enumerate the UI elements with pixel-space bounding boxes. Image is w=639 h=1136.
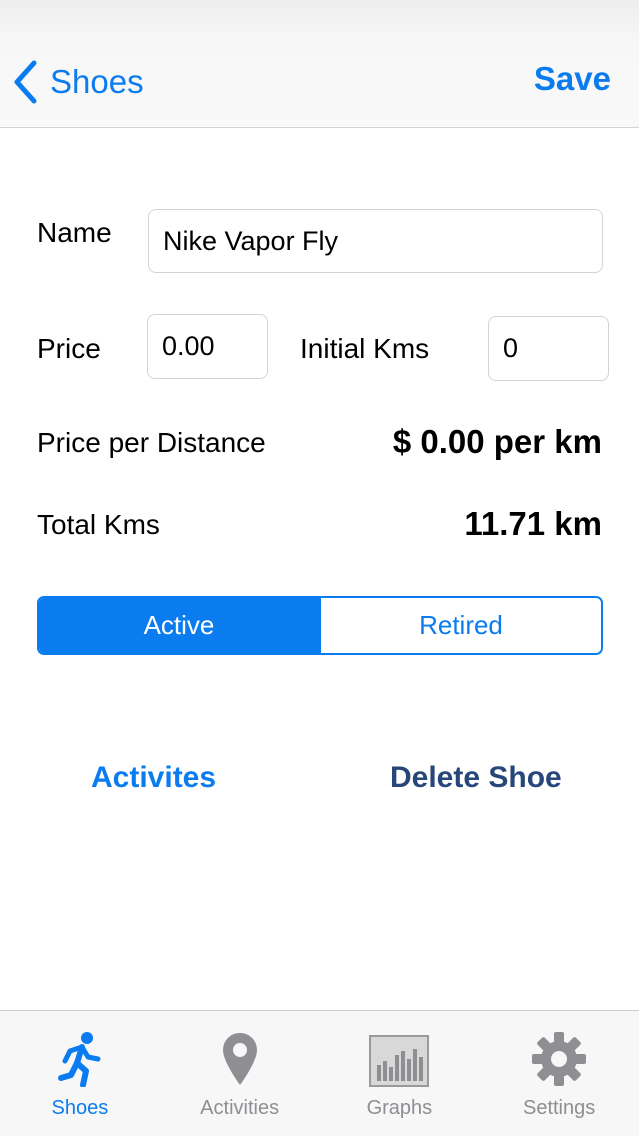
save-button[interactable]: Save	[534, 60, 611, 98]
tab-graphs[interactable]: Graphs	[320, 1011, 480, 1136]
bar-graph-icon	[369, 1035, 430, 1087]
runner-icon	[57, 1032, 101, 1087]
back-button-label: Shoes	[50, 63, 144, 100]
total-kms-value: 11.71 km	[464, 505, 602, 542]
tab-bar: Shoes Activities Graphs Settings	[0, 1010, 639, 1136]
segment-retired[interactable]: Retired	[319, 598, 601, 653]
delete-shoe-button[interactable]: Delete Shoe	[390, 761, 562, 795]
initial-kms-field[interactable]	[488, 316, 609, 381]
tab-settings[interactable]: Settings	[479, 1011, 639, 1136]
tab-shoes[interactable]: Shoes	[0, 1011, 160, 1136]
tab-settings-label: Settings	[522, 1097, 596, 1119]
tab-activities-label: Activities	[200, 1097, 280, 1119]
gear-icon	[532, 1032, 587, 1086]
map-pin-icon	[222, 1033, 257, 1085]
activities-button[interactable]: Activites	[91, 761, 216, 795]
price-per-distance-value: $ 0.00 per km	[392, 423, 602, 460]
name-label: Name	[37, 217, 112, 248]
navigation-bar: Shoes Save	[0, 0, 639, 128]
status-segmented-control: Active Retired	[37, 596, 603, 655]
tab-shoes-label: Shoes	[51, 1097, 109, 1119]
chevron-left-icon	[14, 60, 37, 104]
back-button[interactable]: Shoes	[12, 56, 144, 108]
total-kms-label: Total Kms	[37, 509, 160, 540]
segment-active[interactable]: Active	[39, 598, 319, 653]
price-label: Price	[37, 333, 101, 364]
initial-kms-label: Initial Kms	[300, 333, 430, 364]
price-per-distance-label: Price per Distance	[37, 427, 266, 458]
name-field[interactable]	[148, 209, 603, 273]
price-field[interactable]	[147, 314, 268, 379]
shoe-detail-form: Name Price Initial Kms Price per Distanc…	[0, 129, 639, 1010]
tab-graphs-label: Graphs	[366, 1097, 433, 1119]
tab-activities[interactable]: Activities	[160, 1011, 320, 1136]
